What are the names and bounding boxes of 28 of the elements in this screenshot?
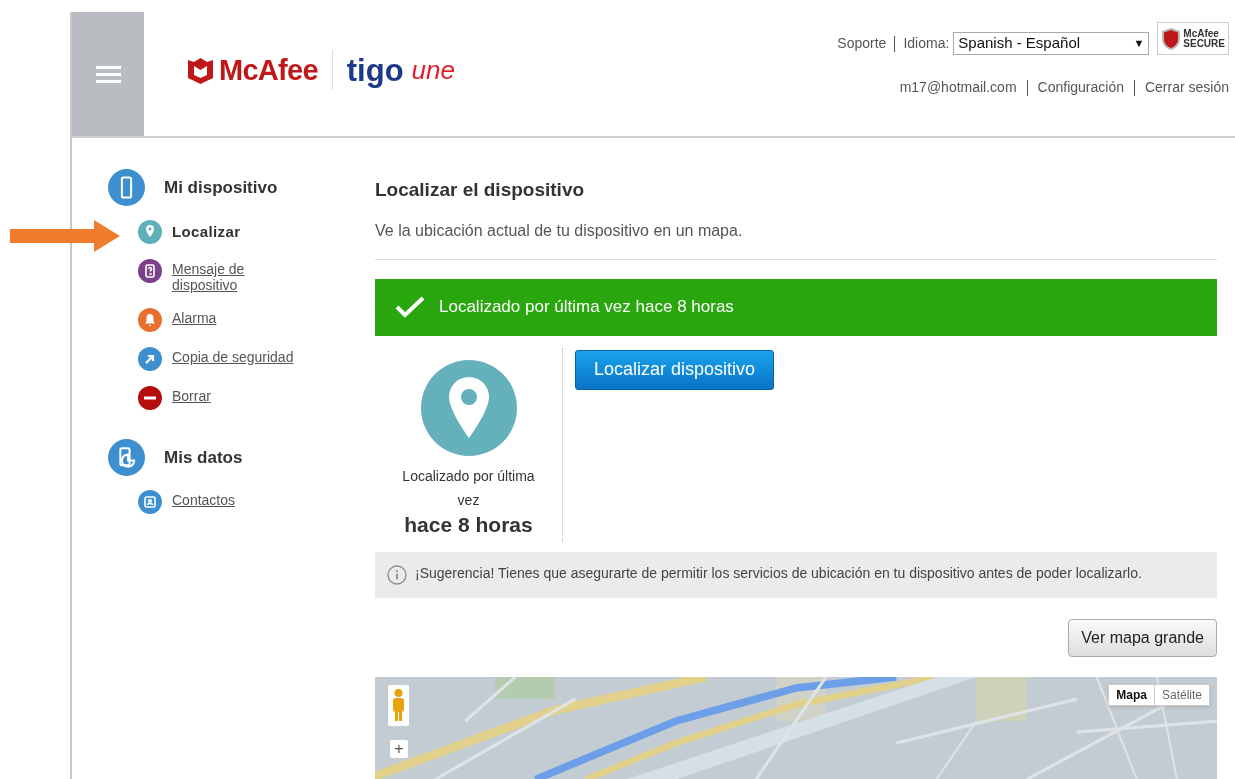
sidebar-link[interactable]: Contactos xyxy=(172,492,236,508)
secure-badge: McAfee SECURE xyxy=(1157,22,1229,55)
account-link[interactable]: Configuración xyxy=(1037,77,1124,98)
language-select[interactable]: Spanish - Español ▼ xyxy=(953,32,1150,55)
sidebar-heading: Mis datos xyxy=(164,446,243,469)
locate-device-button[interactable]: Localizar dispositivo xyxy=(575,349,775,390)
sidebar-link[interactable]: Copia de seguridad xyxy=(172,349,294,365)
account-email: m17@hotmail.com xyxy=(899,78,1017,97)
account-link[interactable]: Cerrar sesión xyxy=(1144,77,1229,98)
support-link[interactable]: Soporte xyxy=(837,33,887,54)
page-title: Localizar el dispositivo xyxy=(375,178,586,202)
map-type-tab[interactable]: Mapa xyxy=(1109,684,1154,705)
brand-name: une xyxy=(411,57,455,83)
tip-text: ¡Sugerencia! Tienes que asegurarte de permitir los servicios de ubicación en tu dispositivo antes de poder localizarlo. xyxy=(415,564,1142,581)
last-located-time: hace 8 horas xyxy=(404,511,533,538)
page-subtitle: Ve la ubicación actual de tu dispositivo en un mapa. xyxy=(375,220,744,241)
sidebar-link[interactable]: Borrar xyxy=(172,388,211,404)
language-label: Idioma: xyxy=(903,34,950,53)
map-type-tab[interactable]: Satélite xyxy=(1153,684,1209,705)
sidebar-link[interactable]: Alarma xyxy=(172,310,217,326)
sidebar-link[interactable]: Localizar xyxy=(172,220,241,244)
big-map-button[interactable]: Ver mapa grande xyxy=(1068,618,1217,657)
sidebar-link[interactable]: Mensaje de dispositivo xyxy=(172,261,312,293)
status-banner: Localizado por última vez hace 8 horas xyxy=(375,278,1217,336)
last-located-caption: Localizado por última vez xyxy=(401,466,536,510)
sidebar-heading: Mi dispositivo xyxy=(164,176,278,199)
brand-name: tigo xyxy=(346,54,404,86)
brand-name: McAfee xyxy=(219,55,318,85)
